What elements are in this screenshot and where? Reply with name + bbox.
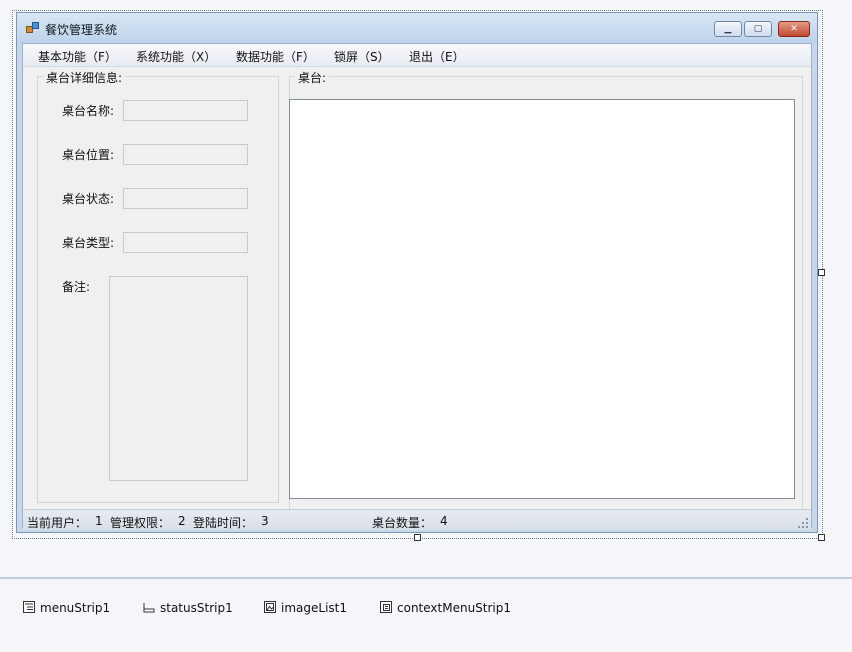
maximize-button[interactable]: ▢ <box>744 21 772 37</box>
tray-image-list[interactable]: imageList1 <box>264 601 347 615</box>
menu-strip-icon <box>23 601 35 613</box>
app-icon <box>26 22 40 34</box>
table-detail-group: 桌台详细信息: 桌台名称: 桌台位置: 桌台状态: 桌台类型: 备注: <box>37 69 279 503</box>
menu-basic-functions[interactable]: 基本功能（F） <box>38 48 117 65</box>
table-status-label: 桌台状态: <box>62 192 115 206</box>
status-strip-icon <box>143 601 155 613</box>
resize-handle-bottom[interactable] <box>414 534 421 541</box>
image-list-icon <box>264 601 276 613</box>
menu-exit[interactable]: 退出（E） <box>409 48 465 65</box>
tables-list-view[interactable] <box>289 99 795 499</box>
notes-label: 备注: <box>62 280 91 294</box>
tables-group-title: 桌台: <box>295 69 330 86</box>
menu-bar: 基本功能（F） 系统功能（X） 数据功能（F） 锁屏（S） 退出（E） <box>23 44 811 67</box>
resize-handle-right[interactable] <box>818 269 825 276</box>
tray-menu-strip-label: menuStrip1 <box>40 601 111 615</box>
component-tray: menuStrip1 statusStrip1 imageList1 conte… <box>0 579 852 652</box>
table-location-field[interactable] <box>123 144 248 165</box>
table-type-field[interactable] <box>123 232 248 253</box>
tray-status-strip[interactable]: statusStrip1 <box>143 601 233 615</box>
table-name-field[interactable] <box>123 100 248 121</box>
tray-status-strip-label: statusStrip1 <box>160 601 233 615</box>
resize-handle-corner[interactable] <box>818 534 825 541</box>
table-detail-group-title: 桌台详细信息: <box>43 69 126 86</box>
table-location-label: 桌台位置: <box>62 148 115 162</box>
table-name-label: 桌台名称: <box>62 104 115 118</box>
status-bar: 当前用户： 1 管理权限： 2 登陆时间： 3 桌台数量： 4 <box>23 509 811 530</box>
current-user-label: 当前用户： <box>27 516 88 530</box>
title-bar[interactable]: 餐饮管理系统 ▁ ▢ ✕ <box>17 13 817 43</box>
table-status-field[interactable] <box>123 188 248 209</box>
tray-image-list-label: imageList1 <box>281 601 347 615</box>
notes-field[interactable] <box>109 276 248 481</box>
tray-context-menu-strip-label: contextMenuStrip1 <box>397 601 512 615</box>
main-form-window: 餐饮管理系统 ▁ ▢ ✕ 基本功能（F） 系统功能（X） 数据功能（F） 锁屏（… <box>16 12 818 533</box>
minimize-button[interactable]: ▁ <box>714 21 742 37</box>
menu-lock-screen[interactable]: 锁屏（S） <box>334 48 390 65</box>
table-count-value: 4 <box>440 514 448 528</box>
login-time-value: 3 <box>261 514 269 528</box>
context-menu-strip-icon <box>380 601 392 613</box>
login-time-label: 登陆时间： <box>193 516 254 530</box>
tray-context-menu-strip[interactable]: contextMenuStrip1 <box>380 601 511 615</box>
menu-system-functions[interactable]: 系统功能（X） <box>136 48 216 65</box>
permission-value: 2 <box>178 514 186 528</box>
close-button[interactable]: ✕ <box>778 21 810 37</box>
designer-surface: 餐饮管理系统 ▁ ▢ ✕ 基本功能（F） 系统功能（X） 数据功能（F） 锁屏（… <box>0 0 852 578</box>
window-title: 餐饮管理系统 <box>45 23 118 37</box>
table-type-label: 桌台类型: <box>62 236 115 250</box>
table-count-label: 桌台数量： <box>372 516 433 530</box>
tray-menu-strip[interactable]: menuStrip1 <box>23 601 110 615</box>
menu-data-functions[interactable]: 数据功能（F） <box>236 48 315 65</box>
current-user-value: 1 <box>95 514 103 528</box>
form-client-area: 基本功能（F） 系统功能（X） 数据功能（F） 锁屏（S） 退出（E） 桌台详细… <box>22 43 812 530</box>
permission-label: 管理权限： <box>110 516 171 530</box>
resize-grip-icon[interactable] <box>798 518 808 528</box>
